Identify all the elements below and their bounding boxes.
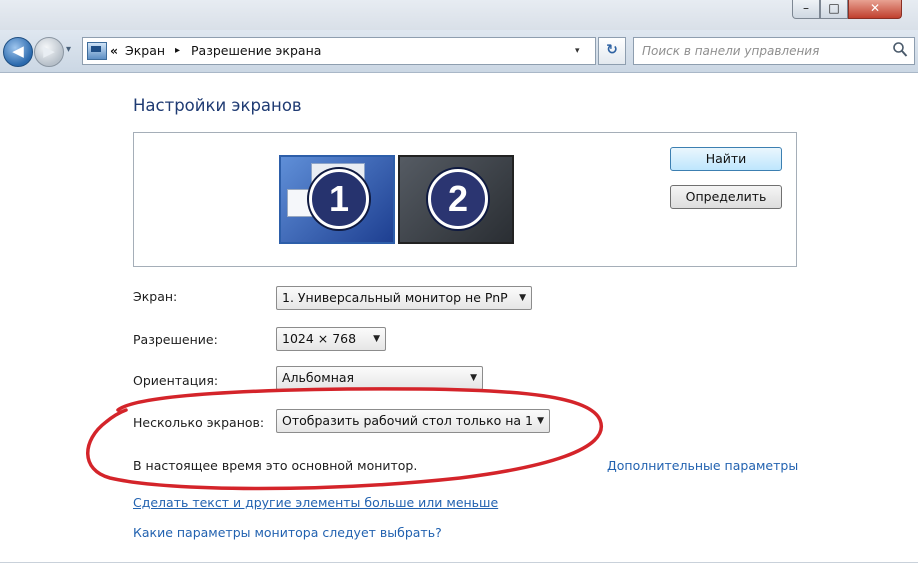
- caption-buttons: – □ ✕: [792, 0, 912, 20]
- detect-button[interactable]: Найти: [670, 147, 782, 171]
- monitor-arrangement-area: 1 2 Найти Определить: [133, 132, 797, 267]
- refresh-icon: ↻: [606, 42, 618, 58]
- back-arrow-icon: ◀: [12, 42, 24, 60]
- monitor-number-badge: 2: [428, 169, 488, 229]
- chevron-down-icon: ▼: [537, 416, 544, 426]
- monitor-1-thumbnail[interactable]: 1: [279, 155, 395, 244]
- which-monitor-settings-link[interactable]: Какие параметры монитора следует выбрать…: [133, 525, 442, 540]
- display-select-value: 1. Универсальный монитор не PnP: [282, 290, 508, 305]
- search-input[interactable]: Поиск в панели управления: [633, 37, 915, 65]
- breadcrumb-item-resolution[interactable]: Разрешение экрана: [191, 43, 321, 58]
- multiple-displays-select[interactable]: Отобразить рабочий стол только на 1 ▼: [276, 409, 550, 433]
- maximize-button[interactable]: □: [820, 0, 848, 19]
- minimize-button[interactable]: –: [792, 0, 820, 19]
- refresh-button[interactable]: ↻: [598, 37, 626, 65]
- recent-pages-dropdown-icon[interactable]: ▾: [66, 44, 71, 55]
- page-title: Настройки экранов: [133, 96, 302, 115]
- address-bar[interactable]: « Экран ▸ Разрешение экрана ▾: [82, 37, 596, 65]
- address-dropdown-icon[interactable]: ▾: [575, 46, 580, 56]
- back-button[interactable]: ◀: [3, 37, 33, 67]
- divider: [0, 562, 918, 563]
- chevron-down-icon: ▼: [373, 334, 380, 344]
- maximize-icon: □: [828, 1, 840, 15]
- close-button[interactable]: ✕: [848, 0, 902, 19]
- orientation-select[interactable]: Альбомная ▼: [276, 366, 483, 390]
- resolution-select[interactable]: 1024 × 768 ▼: [276, 327, 386, 351]
- search-icon[interactable]: [892, 41, 908, 59]
- multiple-displays-label: Несколько экранов:: [133, 415, 265, 430]
- navigation-bar: ◀ ▶ ▾ « Экран ▸ Разрешение экрана ▾ ↻ По…: [0, 30, 918, 73]
- minimize-icon: –: [803, 1, 809, 15]
- monitor-2-thumbnail[interactable]: 2: [398, 155, 514, 244]
- search-placeholder: Поиск в панели управления: [642, 44, 820, 58]
- resolution-select-value: 1024 × 768: [282, 331, 357, 346]
- forward-arrow-icon: ▶: [43, 42, 55, 60]
- identify-button[interactable]: Определить: [670, 185, 782, 209]
- display-select[interactable]: 1. Универсальный монитор не PnP ▼: [276, 286, 532, 310]
- orientation-select-value: Альбомная: [282, 370, 355, 385]
- display-label: Экран:: [133, 289, 178, 304]
- close-icon: ✕: [869, 1, 881, 15]
- title-bar: – □ ✕: [0, 0, 918, 30]
- resolution-label: Разрешение:: [133, 332, 218, 347]
- control-panel-icon: [87, 42, 107, 60]
- advanced-settings-link[interactable]: Дополнительные параметры: [607, 458, 798, 473]
- breadcrumb-separator-icon[interactable]: ▸: [175, 45, 180, 56]
- breadcrumb-overflow[interactable]: «: [110, 43, 118, 58]
- multiple-displays-select-value: Отобразить рабочий стол только на 1: [282, 413, 534, 428]
- monitor-number-badge: 1: [309, 169, 369, 229]
- main-monitor-status: В настоящее время это основной монитор.: [133, 458, 418, 473]
- orientation-label: Ориентация:: [133, 373, 219, 388]
- breadcrumb-item-display[interactable]: Экран: [125, 43, 165, 58]
- chevron-down-icon: ▼: [519, 293, 526, 303]
- text-size-link[interactable]: Сделать текст и другие элементы больше и…: [133, 495, 498, 510]
- forward-button[interactable]: ▶: [34, 37, 64, 67]
- chevron-down-icon: ▼: [470, 373, 477, 383]
